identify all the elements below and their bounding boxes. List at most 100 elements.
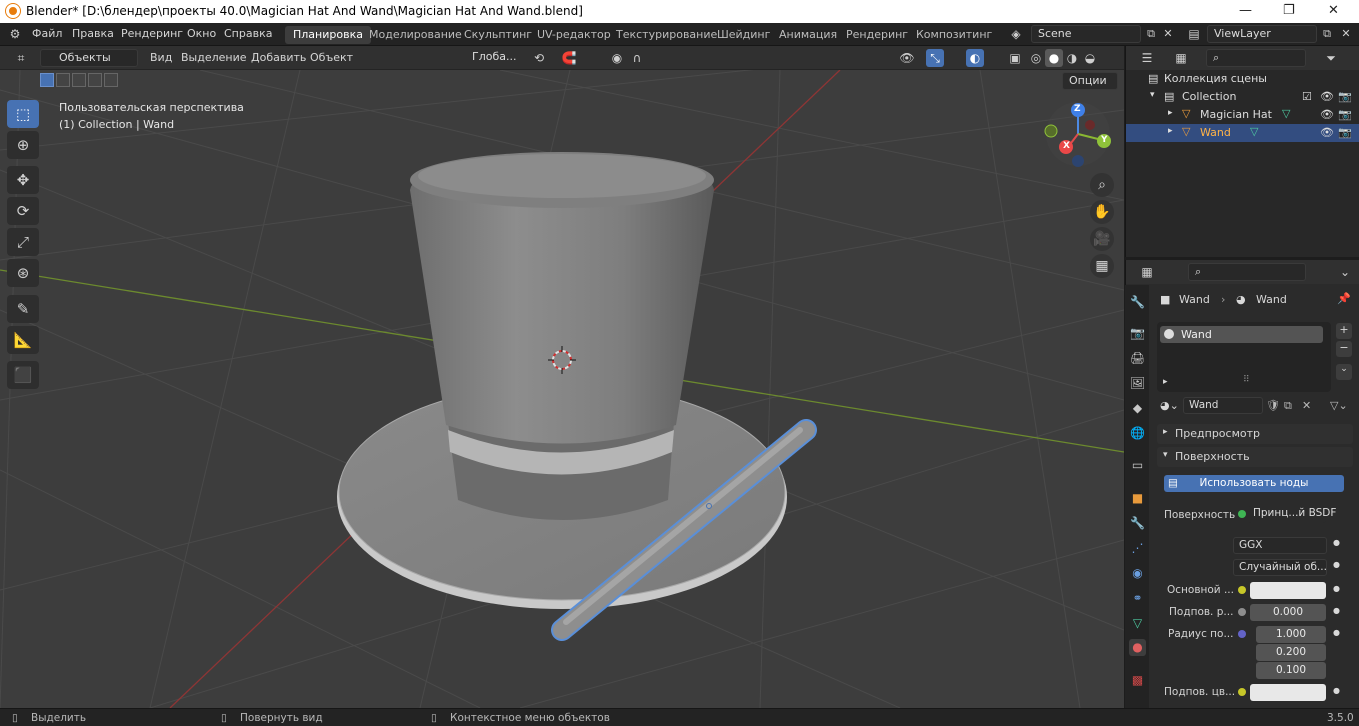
cursor-tool[interactable]: ⊕ <box>7 131 39 159</box>
eye-icon[interactable]: 👁 <box>1320 126 1334 139</box>
close-button[interactable]: ✕ <box>1328 3 1339 18</box>
surface-panel-header[interactable]: ▾ Поверхность <box>1157 447 1353 467</box>
keyframe-dot-icon[interactable]: ● <box>1333 584 1340 593</box>
particles-tab-icon[interactable]: ⋰ <box>1129 540 1146 557</box>
menu-window[interactable]: Окно <box>187 27 216 40</box>
properties-options-icon[interactable]: ⌄ <box>1336 263 1354 281</box>
overlay-toggle-icon[interactable]: ◐ <box>966 49 984 67</box>
slot-list-expand-icon[interactable]: ▸ <box>1163 377 1168 387</box>
menu-file[interactable]: Файл <box>32 27 62 40</box>
remove-viewlayer-icon[interactable]: ✕ <box>1337 25 1355 43</box>
output-tab-icon[interactable]: 🖨 <box>1129 350 1146 367</box>
falloff-icon[interactable]: ∩ <box>628 49 646 67</box>
modifier-tab-icon[interactable]: 🔧 <box>1129 515 1146 532</box>
outliner-editor-type-icon[interactable]: ☰ <box>1138 49 1156 67</box>
texture-tab-icon[interactable]: ▩ <box>1129 672 1146 689</box>
blender-menu-icon[interactable]: ⚙ <box>6 25 24 43</box>
scene-tab-icon[interactable]: ◆ <box>1129 400 1146 417</box>
tab-shading[interactable]: Шейдинг <box>709 26 778 44</box>
menu-help[interactable]: Справка <box>224 27 272 40</box>
filter-icon[interactable]: ⏷ <box>1322 49 1340 67</box>
keyframe-dot-icon[interactable]: ● <box>1333 606 1340 615</box>
move-tool[interactable]: ✥ <box>7 166 39 194</box>
add-cube-tool[interactable]: ⬛ <box>7 361 39 389</box>
eye-icon[interactable]: 👁 <box>1320 108 1334 121</box>
keyframe-dot-icon[interactable]: ● <box>1333 538 1340 547</box>
physics-tab-icon[interactable]: ◉ <box>1129 565 1146 582</box>
visibility-icon[interactable]: 👁 <box>898 49 916 67</box>
ortho-grid-icon[interactable]: ▦ <box>1090 254 1114 278</box>
scene-field[interactable]: Scene <box>1031 25 1141 43</box>
render-camera-icon[interactable]: 📷 <box>1338 90 1352 103</box>
tab-compositing[interactable]: Композитинг <box>908 26 1000 44</box>
select-new-icon[interactable] <box>40 73 54 87</box>
camera-icon[interactable]: 🎥 <box>1090 227 1114 251</box>
tab-uv-editing[interactable]: UV-редактор <box>529 26 619 44</box>
expand-toggle-icon[interactable]: ▸ <box>1168 108 1173 118</box>
material-shading-icon[interactable]: ◑ <box>1063 49 1081 67</box>
use-nodes-button[interactable]: ▤ Использовать ноды <box>1164 475 1344 492</box>
new-viewlayer-icon[interactable]: ⧉ <box>1318 25 1336 43</box>
select-extend-icon[interactable] <box>56 73 70 87</box>
expand-toggle-icon[interactable]: ▸ <box>1168 126 1173 136</box>
tab-modeling[interactable]: Моделирование <box>361 26 470 44</box>
tab-rendering[interactable]: Рендеринг <box>838 26 916 44</box>
menu-select[interactable]: Выделение <box>181 51 247 64</box>
subsurface-method-select[interactable]: Случайный об... <box>1233 559 1327 576</box>
remove-slot-button[interactable]: − <box>1336 341 1352 357</box>
transform-tool[interactable]: ⊛ <box>7 259 39 287</box>
measure-tool[interactable]: 📐 <box>7 326 39 354</box>
material-slot-item[interactable]: Wand <box>1160 326 1323 343</box>
new-scene-icon[interactable]: ⧉ <box>1142 25 1160 43</box>
tab-sculpting[interactable]: Скульптинг <box>456 26 540 44</box>
duplicate-material-icon[interactable]: ⧉ <box>1284 399 1292 413</box>
scene-icon[interactable]: ◈ <box>1007 25 1025 43</box>
outliner-search-input[interactable]: ⌕ <box>1206 49 1306 67</box>
add-slot-button[interactable]: + <box>1336 323 1352 339</box>
data-tab-icon[interactable]: ▽ <box>1129 615 1146 632</box>
tab-animation[interactable]: Анимация <box>771 26 845 44</box>
pin-icon[interactable]: 📌 <box>1337 292 1351 305</box>
distribution-select[interactable]: GGX <box>1233 537 1327 554</box>
outliner-collection[interactable]: ▾ ▤ Collection ☑ 👁 📷 <box>1126 88 1359 106</box>
radius-z-field[interactable]: 0.100 <box>1256 662 1326 679</box>
radius-x-field[interactable]: 1.000 <box>1256 626 1326 643</box>
material-name-field[interactable]: Wand <box>1183 397 1263 414</box>
wireframe-shading-icon[interactable]: ◎ <box>1027 49 1045 67</box>
properties-editor-type-icon[interactable]: ▦ <box>1138 263 1156 281</box>
eye-icon[interactable]: 👁 <box>1320 90 1334 103</box>
expand-toggle-icon[interactable]: ▾ <box>1150 90 1155 100</box>
tab-layout[interactable]: Планировка <box>285 26 371 44</box>
preview-panel-header[interactable]: ▸ Предпросмотр <box>1157 424 1353 444</box>
proportional-edit-icon[interactable]: ◉ <box>608 49 626 67</box>
subsurface-color-swatch[interactable] <box>1250 684 1326 701</box>
select-subtract-icon[interactable] <box>72 73 86 87</box>
slot-specials-icon[interactable]: ⌄ <box>1336 364 1352 380</box>
object-tab-icon[interactable]: ■ <box>1129 490 1146 507</box>
pan-hand-icon[interactable]: ✋ <box>1090 200 1114 224</box>
menu-object[interactable]: Объект <box>310 51 353 64</box>
unlink-material-icon[interactable]: ✕ <box>1302 399 1311 412</box>
surface-shader-field[interactable]: Принц...й BSDF <box>1248 506 1336 523</box>
properties-search-input[interactable]: ⌕ <box>1188 263 1306 281</box>
radius-y-field[interactable]: 0.200 <box>1256 644 1326 661</box>
options-dropdown[interactable]: Опции <box>1062 72 1118 90</box>
zoom-icon[interactable]: ⌕ <box>1090 173 1114 197</box>
rendered-shading-icon[interactable]: ◒ <box>1081 49 1099 67</box>
viewlayer-field[interactable]: ViewLayer <box>1207 25 1317 43</box>
3d-viewport[interactable]: Z Y X ⌕ ✋ 🎥 ▦ Опции <box>0 70 1124 708</box>
keyframe-dot-icon[interactable]: ● <box>1333 560 1340 569</box>
gizmo-toggle-icon[interactable]: ⤡ <box>926 49 944 67</box>
select-box-tool[interactable]: ⬚ <box>7 100 39 128</box>
keyframe-dot-icon[interactable]: ● <box>1333 628 1340 637</box>
pivot-icon[interactable]: ⟲ <box>530 49 548 67</box>
base-color-swatch[interactable] <box>1250 582 1326 599</box>
resize-handle-icon[interactable]: ⠿ <box>1243 375 1250 385</box>
select-invert-icon[interactable] <box>88 73 102 87</box>
minimize-button[interactable]: — <box>1239 3 1252 18</box>
fake-user-icon[interactable]: 🛡 <box>1266 399 1280 412</box>
xray-icon[interactable]: ▣ <box>1006 49 1024 67</box>
collection-tab-icon[interactable]: ▭ <box>1129 457 1146 474</box>
link-type-icon[interactable]: ▽⌄ <box>1330 399 1348 412</box>
material-tab-icon[interactable]: ● <box>1129 639 1146 656</box>
